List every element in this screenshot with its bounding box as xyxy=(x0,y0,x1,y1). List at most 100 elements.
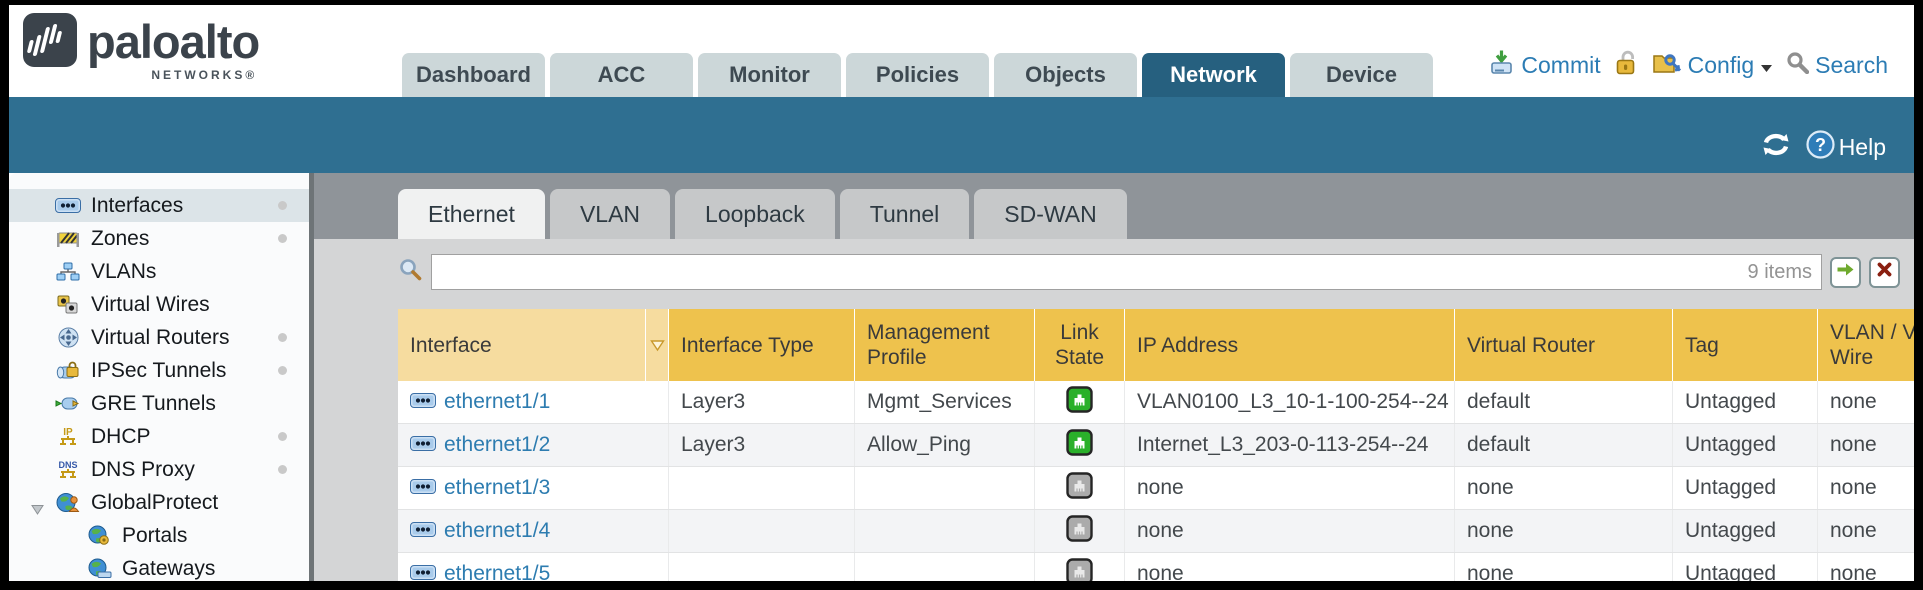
sidebar-item-gre-tunnels[interactable]: GRE Tunnels xyxy=(9,387,309,420)
sidebar-item-zones[interactable]: Zones xyxy=(9,222,309,255)
cell-type xyxy=(669,553,855,581)
zones-icon xyxy=(55,228,81,250)
nav-tab-acc[interactable]: ACC xyxy=(550,53,693,97)
sidebar-item-portals[interactable]: Portals xyxy=(9,519,309,552)
interface-chip-icon xyxy=(410,519,436,543)
sidebar-item-ipsec-tunnels[interactable]: IPSec Tunnels xyxy=(9,354,309,387)
cell-type xyxy=(669,510,855,552)
cell-profile xyxy=(855,467,1035,509)
search-icon xyxy=(1786,51,1809,80)
cell-ip: Internet_L3_203-0-113-254--24 xyxy=(1125,424,1455,466)
main-region: InterfacesZones VLANs Virtual Wires Virtual… xyxy=(9,173,1914,581)
sort-dropdown[interactable] xyxy=(646,309,669,381)
column-header-virtual-router[interactable]: Virtual Router xyxy=(1455,309,1673,381)
items-count: 9 items xyxy=(1748,261,1812,284)
interface-link[interactable]: ethernet1/4 xyxy=(444,519,550,543)
cell-vlan: none xyxy=(1818,510,1914,552)
expander-triangle-icon[interactable] xyxy=(31,497,44,521)
filter-row: 9 items xyxy=(398,253,1900,291)
clear-filter-button[interactable] xyxy=(1869,257,1900,288)
cell-interface: ethernet1/5 xyxy=(398,553,669,581)
status-dot xyxy=(278,201,287,210)
sidebar-item-vlans[interactable]: VLANs xyxy=(9,255,309,288)
cell-tag: Untagged xyxy=(1673,381,1818,423)
sidebar-item-label: Portals xyxy=(122,524,187,548)
link-state-down-icon xyxy=(1066,558,1093,582)
cell-link xyxy=(1035,381,1125,423)
cell-link xyxy=(1035,510,1125,552)
commit-button[interactable]: Commit xyxy=(1488,49,1600,82)
nav-tab-dashboard[interactable]: Dashboard xyxy=(402,53,545,97)
interfaces-table: Interface Interface TypeManagement Profil… xyxy=(398,309,1914,581)
table-body: ethernet1/1Layer3Mgmt_ServicesVLAN0100_L… xyxy=(398,381,1914,581)
nav-tab-objects[interactable]: Objects xyxy=(994,53,1137,97)
sidebar-item-globalprotect[interactable]: GlobalProtect xyxy=(9,486,309,519)
table-row: ethernet1/2Layer3Allow_PingInternet_L3_2… xyxy=(398,424,1914,467)
status-dot xyxy=(278,333,287,342)
refresh-button[interactable] xyxy=(1760,132,1792,163)
cell-interface: ethernet1/4 xyxy=(398,510,669,552)
column-header-management-profile[interactable]: Management Profile xyxy=(855,309,1035,381)
tab-tunnel[interactable]: Tunnel xyxy=(840,189,969,239)
sidebar-item-label: Gateways xyxy=(122,557,215,581)
lock-icon xyxy=(1614,49,1639,82)
nav-tab-device[interactable]: Device xyxy=(1290,53,1433,97)
chevron-down-icon xyxy=(1760,52,1773,79)
sidebar-item-dhcp[interactable]: IPDHCP xyxy=(9,420,309,453)
interface-link[interactable]: ethernet1/5 xyxy=(444,562,550,581)
column-header-ip-address[interactable]: IP Address xyxy=(1125,309,1455,381)
gre-tunnels-icon xyxy=(55,393,81,415)
sidebar-item-gateways[interactable]: Gateways xyxy=(9,552,309,581)
cell-interface: ethernet1/3 xyxy=(398,467,669,509)
column-header-link-state[interactable]: Link State xyxy=(1035,309,1125,381)
sidebar-item-virtual-wires[interactable]: Virtual Wires xyxy=(9,288,309,321)
cell-vlan: none xyxy=(1818,424,1914,466)
help-button[interactable]: ? Help xyxy=(1806,130,1886,165)
sidebar-item-virtual-routers[interactable]: Virtual Routers xyxy=(9,321,309,354)
green-arrow-icon xyxy=(1836,262,1855,282)
virtual-wires-icon xyxy=(55,294,81,316)
cell-ip: none xyxy=(1125,553,1455,581)
lock-button[interactable] xyxy=(1614,49,1639,82)
link-state-up-icon xyxy=(1066,429,1093,462)
sidebar-item-label: IPSec Tunnels xyxy=(91,359,226,383)
cell-ip: none xyxy=(1125,510,1455,552)
interface-link[interactable]: ethernet1/3 xyxy=(444,476,550,500)
nav-tab-network[interactable]: Network xyxy=(1142,53,1285,97)
interface-chip-icon xyxy=(410,476,436,500)
status-dot xyxy=(278,432,287,441)
sidebar-item-label: GlobalProtect xyxy=(91,491,218,515)
search-button[interactable]: Search xyxy=(1786,51,1888,80)
filter-input[interactable] xyxy=(431,254,1822,290)
interface-link[interactable]: ethernet1/2 xyxy=(444,433,550,457)
column-header-interface[interactable]: Interface xyxy=(398,309,646,381)
ipsec-tunnels-icon xyxy=(55,360,81,382)
column-header-interface-type[interactable]: Interface Type xyxy=(669,309,855,381)
table-header-row: Interface Interface TypeManagement Profil… xyxy=(398,309,1914,381)
interface-link[interactable]: ethernet1/1 xyxy=(444,390,550,414)
cell-vrouter: none xyxy=(1455,467,1673,509)
tab-vlan[interactable]: VLAN xyxy=(550,189,670,239)
sidebar-item-interfaces[interactable]: Interfaces xyxy=(9,189,309,222)
sidebar-item-label: Virtual Routers xyxy=(91,326,230,350)
refresh-icon xyxy=(1760,132,1792,163)
link-state-down-icon xyxy=(1066,472,1093,505)
nav-tab-policies[interactable]: Policies xyxy=(846,53,989,97)
globalprotect-icon xyxy=(55,492,81,514)
config-menu-button[interactable]: Config xyxy=(1652,50,1773,82)
sidebar-item-label: VLANs xyxy=(91,260,156,284)
nav-tab-monitor[interactable]: Monitor xyxy=(698,53,841,97)
table-row: ethernet1/5nonenoneUntaggednone xyxy=(398,553,1914,581)
tab-loopback[interactable]: Loopback xyxy=(675,189,835,239)
tab-ethernet[interactable]: Ethernet xyxy=(398,189,545,239)
interfaces-icon xyxy=(55,195,81,217)
sidebar-item-dns-proxy[interactable]: DNSDNS Proxy xyxy=(9,453,309,486)
tab-sd-wan[interactable]: SD-WAN xyxy=(974,189,1126,239)
cell-link xyxy=(1035,467,1125,509)
status-dot xyxy=(278,234,287,243)
apply-filter-button[interactable] xyxy=(1830,257,1861,288)
column-header-vlan-virtual-wire[interactable]: VLAN / Virtual Wire xyxy=(1818,309,1914,381)
interface-chip-icon xyxy=(410,433,436,457)
cell-vlan: none xyxy=(1818,381,1914,423)
column-header-tag[interactable]: Tag xyxy=(1673,309,1818,381)
